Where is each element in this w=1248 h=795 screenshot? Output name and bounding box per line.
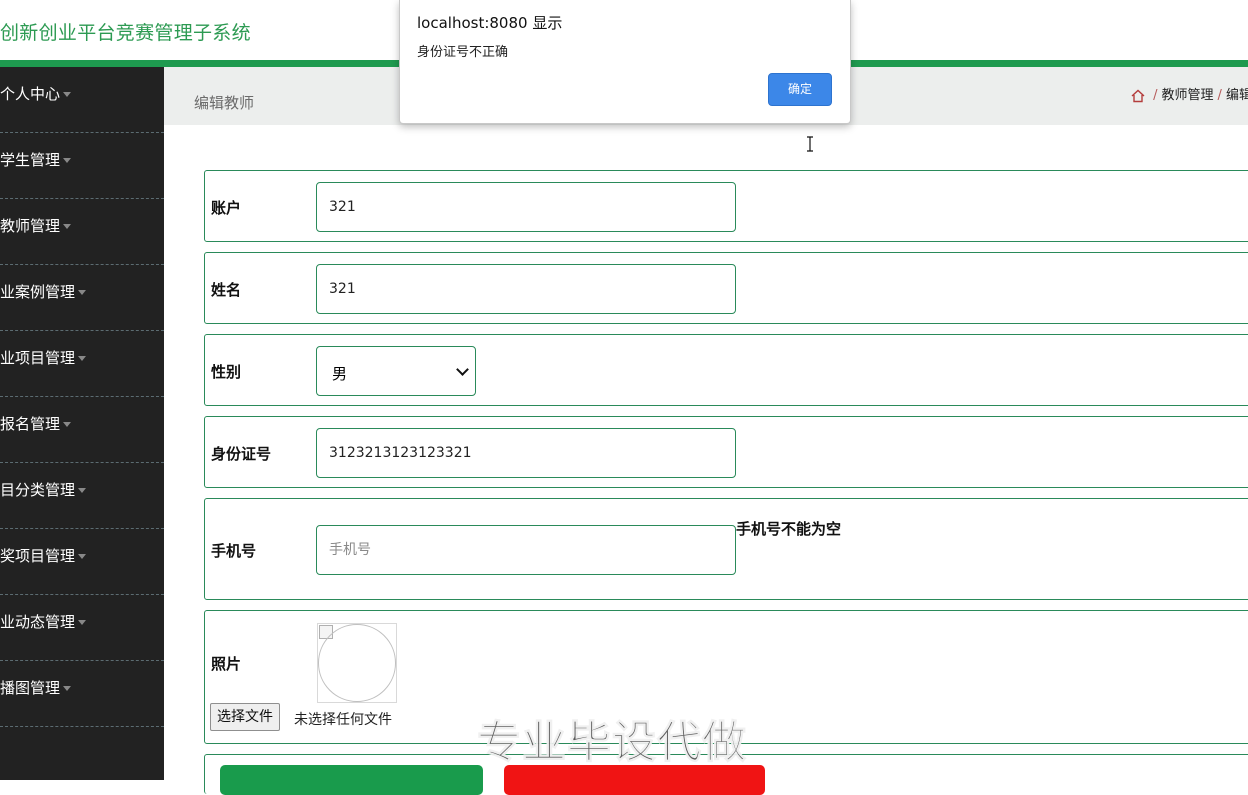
gender-group: 性别 男	[204, 334, 1248, 406]
sidebar-item-cases[interactable]: 业案例管理	[0, 265, 164, 331]
caret-down-icon	[63, 158, 72, 163]
gender-label: 性别	[211, 363, 242, 381]
caret-down-icon	[78, 290, 87, 295]
breadcrumb-edit: 编辑	[1225, 88, 1248, 103]
name-label: 姓名	[211, 281, 242, 299]
sidebar-item-label: 业动态管理	[0, 613, 76, 631]
caret-down-icon	[63, 92, 72, 97]
text-cursor-icon	[807, 136, 813, 152]
dialog-message: 身份证号不正确	[417, 45, 509, 60]
phone-group: 手机号 手机号不能为空	[204, 498, 1248, 600]
caret-down-icon	[78, 356, 87, 361]
dialog-origin: localhost:8080 显示	[417, 14, 563, 32]
caret-down-icon	[78, 488, 87, 493]
id-number-group: 身份证号	[204, 416, 1248, 488]
avatar	[318, 624, 396, 702]
sidebar-item-label: 个人中心	[0, 85, 61, 103]
account-field[interactable]	[316, 182, 736, 232]
breadcrumb-teacher-management[interactable]: 教师管理	[1162, 88, 1214, 103]
alert-dialog: localhost:8080 显示 身份证号不正确 确定	[399, 0, 851, 124]
sidebar-item-news[interactable]: 业动态管理	[0, 595, 164, 661]
sidebar-item-label: 报名管理	[0, 415, 61, 433]
app-title: 创新创业平台竞赛管理子系统	[0, 22, 251, 44]
gender-select[interactable]: 男	[316, 346, 476, 396]
sidebar-item-projects[interactable]: 业项目管理	[0, 331, 164, 397]
file-status-text: 未选择任何文件	[294, 712, 392, 728]
account-group: 账户	[204, 170, 1248, 242]
submit-button[interactable]	[220, 765, 483, 795]
caret-down-icon	[78, 554, 87, 559]
sidebar-item-registrations[interactable]: 报名管理	[0, 397, 164, 463]
sidebar-item-label: 教师管理	[0, 217, 61, 235]
caret-down-icon	[63, 422, 72, 427]
sidebar-item-carousel[interactable]: 播图管理	[0, 661, 164, 727]
page-title: 编辑教师	[194, 94, 255, 112]
sidebar-item-label: 奖项目管理	[0, 547, 76, 565]
sidebar-item-categories[interactable]: 目分类管理	[0, 463, 164, 529]
gender-selected-value: 男	[332, 365, 348, 383]
sidebar-item-students[interactable]: 学生管理	[0, 133, 164, 199]
watermark-text: 专业毕设代做	[477, 717, 747, 769]
sidebar-item-personal-center[interactable]: 个人中心	[0, 67, 164, 133]
caret-down-icon	[63, 224, 72, 229]
sidebar-item-label: 业案例管理	[0, 283, 76, 301]
dialog-ok-button[interactable]: 确定	[768, 73, 832, 106]
sidebar-item-teachers[interactable]: 教师管理	[0, 199, 164, 265]
name-group: 姓名	[204, 252, 1248, 324]
sidebar-item-label: 业项目管理	[0, 349, 76, 367]
account-label: 账户	[211, 199, 242, 217]
choose-file-button[interactable]: 选择文件	[210, 703, 280, 731]
chevron-down-icon	[456, 363, 469, 376]
breadcrumb: / 教师管理 / 编辑	[1131, 84, 1248, 103]
home-icon[interactable]	[1131, 88, 1149, 103]
sidebar-item-awards[interactable]: 奖项目管理	[0, 529, 164, 595]
caret-down-icon	[78, 620, 87, 625]
photo-label: 照片	[211, 655, 242, 673]
sidebar: 个人中心 学生管理 教师管理 业案例管理 业项目管理 报名管理 目分类管理 奖项…	[0, 67, 164, 780]
phone-label: 手机号	[211, 542, 257, 560]
phone-error-message: 手机号不能为空	[736, 520, 842, 538]
sidebar-item-label: 播图管理	[0, 679, 61, 697]
id-number-field[interactable]	[316, 428, 736, 478]
sidebar-item-label: 学生管理	[0, 151, 61, 169]
name-field[interactable]	[316, 264, 736, 314]
id-number-label: 身份证号	[211, 445, 272, 463]
photo-preview	[317, 623, 397, 703]
sidebar-item-label: 目分类管理	[0, 481, 76, 499]
caret-down-icon	[63, 686, 72, 691]
phone-field[interactable]	[316, 525, 736, 575]
